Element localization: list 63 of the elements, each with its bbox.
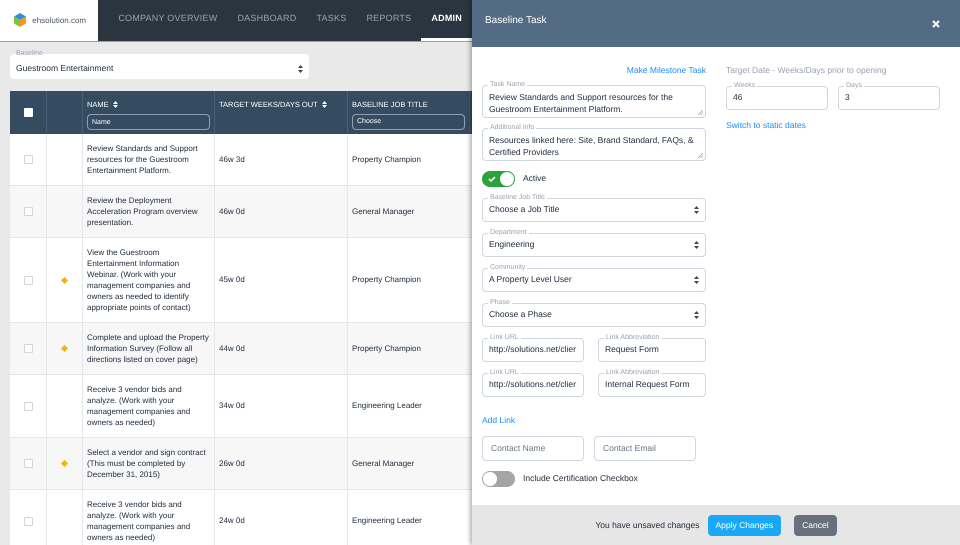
- nav-tab[interactable]: TASKS: [306, 0, 356, 41]
- target-cell: 46w 0d: [219, 206, 245, 218]
- cube-logo-icon: [12, 12, 28, 29]
- link-abbreviation-field[interactable]: Request Form: [598, 338, 706, 362]
- unsaved-changes-message: You have unsaved changes: [595, 518, 700, 532]
- select-caret-icon: [694, 240, 699, 249]
- close-icon[interactable]: [932, 20, 940, 28]
- select-field[interactable]: Choose a Phase: [482, 302, 706, 327]
- link-url-field[interactable]: http://solutions.net/clier: [482, 338, 584, 362]
- checkbox[interactable]: [24, 459, 32, 468]
- job-title-cell: Property Champion: [352, 154, 421, 166]
- job-title-cell: Engineering Leader: [352, 400, 422, 412]
- toggle-label: Include Certification Checkbox: [523, 472, 638, 485]
- task-name-cell: Review Standards and Support resources for the Guestroom Entertainment Platform.: [87, 144, 198, 175]
- panel-title: Baseline Task: [485, 14, 547, 28]
- task-name-cell: View the Guestroom Entertainment Information Webinar. (Work with your management companies and owners as needed to identify appropriate points of contact): [87, 248, 191, 312]
- nav-tab[interactable]: COMPANY OVERVIEW: [108, 0, 228, 41]
- select-caret-icon: [694, 310, 699, 319]
- job-title-cell: Property Champion: [352, 342, 421, 354]
- resize-grip-icon: [698, 152, 703, 158]
- logo-text: ehsolution.com: [32, 14, 86, 26]
- nav-tab[interactable]: DASHBOARD: [227, 0, 306, 41]
- target-cell: 26w 0d: [219, 458, 245, 470]
- select-caret-icon: [298, 64, 303, 72]
- link-url-field[interactable]: http://solutions.net/clier: [482, 372, 584, 397]
- checkbox[interactable]: [24, 207, 32, 216]
- toggle-switch[interactable]: [482, 470, 515, 486]
- contact-field[interactable]: Contact Name: [482, 436, 584, 460]
- check-icon: [488, 176, 496, 182]
- job-title-cell: Engineering Leader: [352, 515, 422, 527]
- target-cell: 44w 0d: [219, 342, 245, 354]
- task-name-cell: Select a vendor and sign contract (This must be completed by December 31, 2015): [87, 448, 206, 479]
- select-caret-icon: [694, 276, 699, 284]
- checkbox[interactable]: [24, 402, 32, 410]
- weeks-field[interactable]: 46: [726, 86, 828, 110]
- cancel-button[interactable]: Cancel: [794, 514, 837, 536]
- select-field[interactable]: Choose a Job Title: [482, 198, 706, 222]
- toggle-switch[interactable]: [482, 170, 515, 187]
- task-name-cell: Complete and upload the Property Information Survey (Follow all directions listed on cover page): [87, 333, 209, 364]
- nav-tab[interactable]: REPORTS: [356, 0, 422, 41]
- baseline-select[interactable]: Guestroom Entertainment: [10, 54, 309, 79]
- task-name-field[interactable]: Review Standards and Support resources for the Guestroom Entertainment Platform.: [482, 84, 706, 118]
- target-cell: 46w 3d: [219, 154, 245, 166]
- job-title-cell: Property Champion: [352, 274, 421, 286]
- target-cell: 34w 0d: [219, 400, 245, 412]
- select-caret-icon: [694, 206, 699, 214]
- toggle-label: Active: [523, 172, 546, 186]
- checkbox[interactable]: [24, 344, 32, 353]
- target-cell: 45w 0d: [219, 274, 245, 286]
- job-title-cell: General Manager: [352, 458, 414, 470]
- additional-info-field[interactable]: Resources linked here: Site, Brand Standard, FAQs, & Certified Providers: [482, 128, 706, 161]
- task-name-cell: Receive 3 vendor bids and analyze. (Work with your management companies and owners as needed): [87, 500, 190, 542]
- target-date-heading: Target Date - Weeks/Days prior to opening: [726, 64, 888, 77]
- task-name-cell: Review the Deployment Acceleration Program overview presentation.: [87, 196, 198, 227]
- target-cell: 24w 0d: [219, 515, 245, 527]
- link-abbreviation-field[interactable]: Internal Request Form: [598, 372, 706, 397]
- job-title-cell: General Manager: [352, 206, 414, 218]
- contact-field[interactable]: Contact Email: [594, 436, 696, 460]
- resize-grip-icon: [698, 110, 703, 115]
- checkbox[interactable]: [24, 516, 32, 526]
- task-name-cell: Receive 3 vendor bids and analyze. (Work with your management companies and owners as needed): [87, 385, 190, 427]
- checkbox[interactable]: [24, 155, 32, 164]
- checkbox[interactable]: [24, 276, 32, 284]
